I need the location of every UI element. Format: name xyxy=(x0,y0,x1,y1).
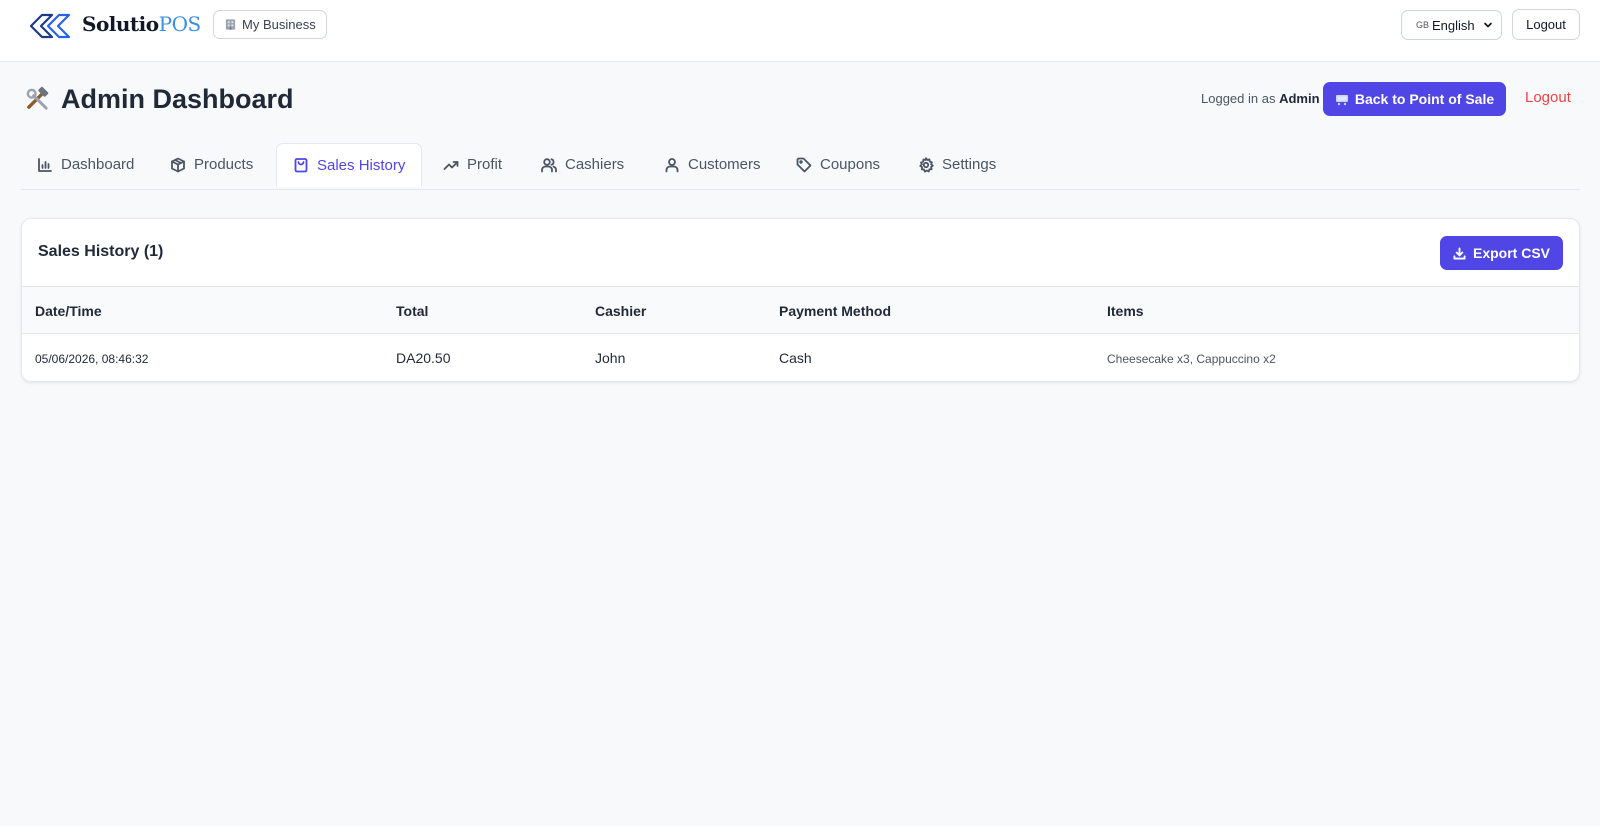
language-selected: English xyxy=(1432,17,1475,33)
sales-history-card: Sales History (1) Export CSV Date/Time T… xyxy=(21,218,1580,382)
page-title: Admin Dashboard xyxy=(24,81,294,117)
tab-settings[interactable]: Settings xyxy=(918,143,996,186)
box-icon xyxy=(171,157,185,172)
tab-profit[interactable]: Profit xyxy=(443,143,502,186)
top-logout-button[interactable]: Logout xyxy=(1512,9,1580,40)
back-to-pos-button[interactable]: Back to Point of Sale xyxy=(1323,82,1506,116)
cell-items: Cheesecake x3, Cappuccino x2 xyxy=(1107,352,1276,366)
flag-gb-icon: GB xyxy=(1416,20,1430,30)
chevron-down-icon xyxy=(1484,22,1492,28)
hammer-and-wrench-icon xyxy=(26,86,49,110)
column-header-items[interactable]: Items xyxy=(1107,303,1144,319)
shopping-cart-icon xyxy=(1335,95,1348,106)
logged-in-status: Logged in as Admin xyxy=(1201,91,1320,106)
logged-in-user: Admin xyxy=(1279,91,1320,106)
tab-sales-history[interactable]: Sales History xyxy=(276,143,423,187)
tab-customers[interactable]: Customers xyxy=(664,143,761,186)
business-label: My Business xyxy=(242,17,316,32)
tab-products[interactable]: Products xyxy=(170,143,253,186)
download-icon xyxy=(1453,246,1466,260)
app-logo[interactable]: SolutioPOS xyxy=(28,8,201,40)
top-bar: SolutioPOS My Business GB English Logout xyxy=(0,0,1600,62)
export-csv-button[interactable]: Export CSV xyxy=(1440,236,1563,270)
building-icon xyxy=(225,19,236,30)
shopping-bag-icon xyxy=(294,158,308,173)
column-header-datetime[interactable]: Date/Time xyxy=(35,303,102,319)
sales-history-title: Sales History (1) xyxy=(38,243,164,260)
tab-coupons[interactable]: Coupons xyxy=(796,143,880,186)
column-header-total[interactable]: Total xyxy=(396,303,428,319)
business-selector-button[interactable]: My Business xyxy=(213,10,327,39)
cell-payment-method: Cash xyxy=(779,350,812,366)
gear-icon xyxy=(919,156,934,172)
trending-up-icon xyxy=(443,160,459,170)
admin-tabs: Dashboard Products Sales History Profit … xyxy=(21,143,1580,190)
cell-datetime: 05/06/2026, 08:46:32 xyxy=(35,352,149,366)
table-row[interactable]: 05/06/2026, 08:46:32 DA20.50 John Cash C… xyxy=(22,334,1579,381)
tab-cashiers[interactable]: Cashiers xyxy=(541,143,624,186)
page-title-text: Admin Dashboard xyxy=(61,83,294,114)
export-csv-label: Export CSV xyxy=(1472,245,1550,261)
users-icon xyxy=(541,157,557,172)
logo-text: SolutioPOS xyxy=(82,12,201,36)
logo-icon xyxy=(29,13,71,39)
user-icon xyxy=(665,157,679,172)
cell-cashier: John xyxy=(595,350,626,366)
table-header: Date/Time Total Cashier Payment Method I… xyxy=(22,286,1579,334)
tag-icon xyxy=(796,157,812,172)
language-select[interactable]: GB English xyxy=(1401,10,1502,40)
column-header-cashier[interactable]: Cashier xyxy=(595,303,646,319)
tab-dashboard[interactable]: Dashboard xyxy=(37,143,134,186)
bar-chart-icon xyxy=(38,157,52,172)
column-header-payment-method[interactable]: Payment Method xyxy=(779,303,891,319)
cell-total: DA20.50 xyxy=(396,350,451,366)
header-logout-link[interactable]: Logout xyxy=(1525,89,1571,106)
back-to-pos-label: Back to Point of Sale xyxy=(1354,91,1495,107)
